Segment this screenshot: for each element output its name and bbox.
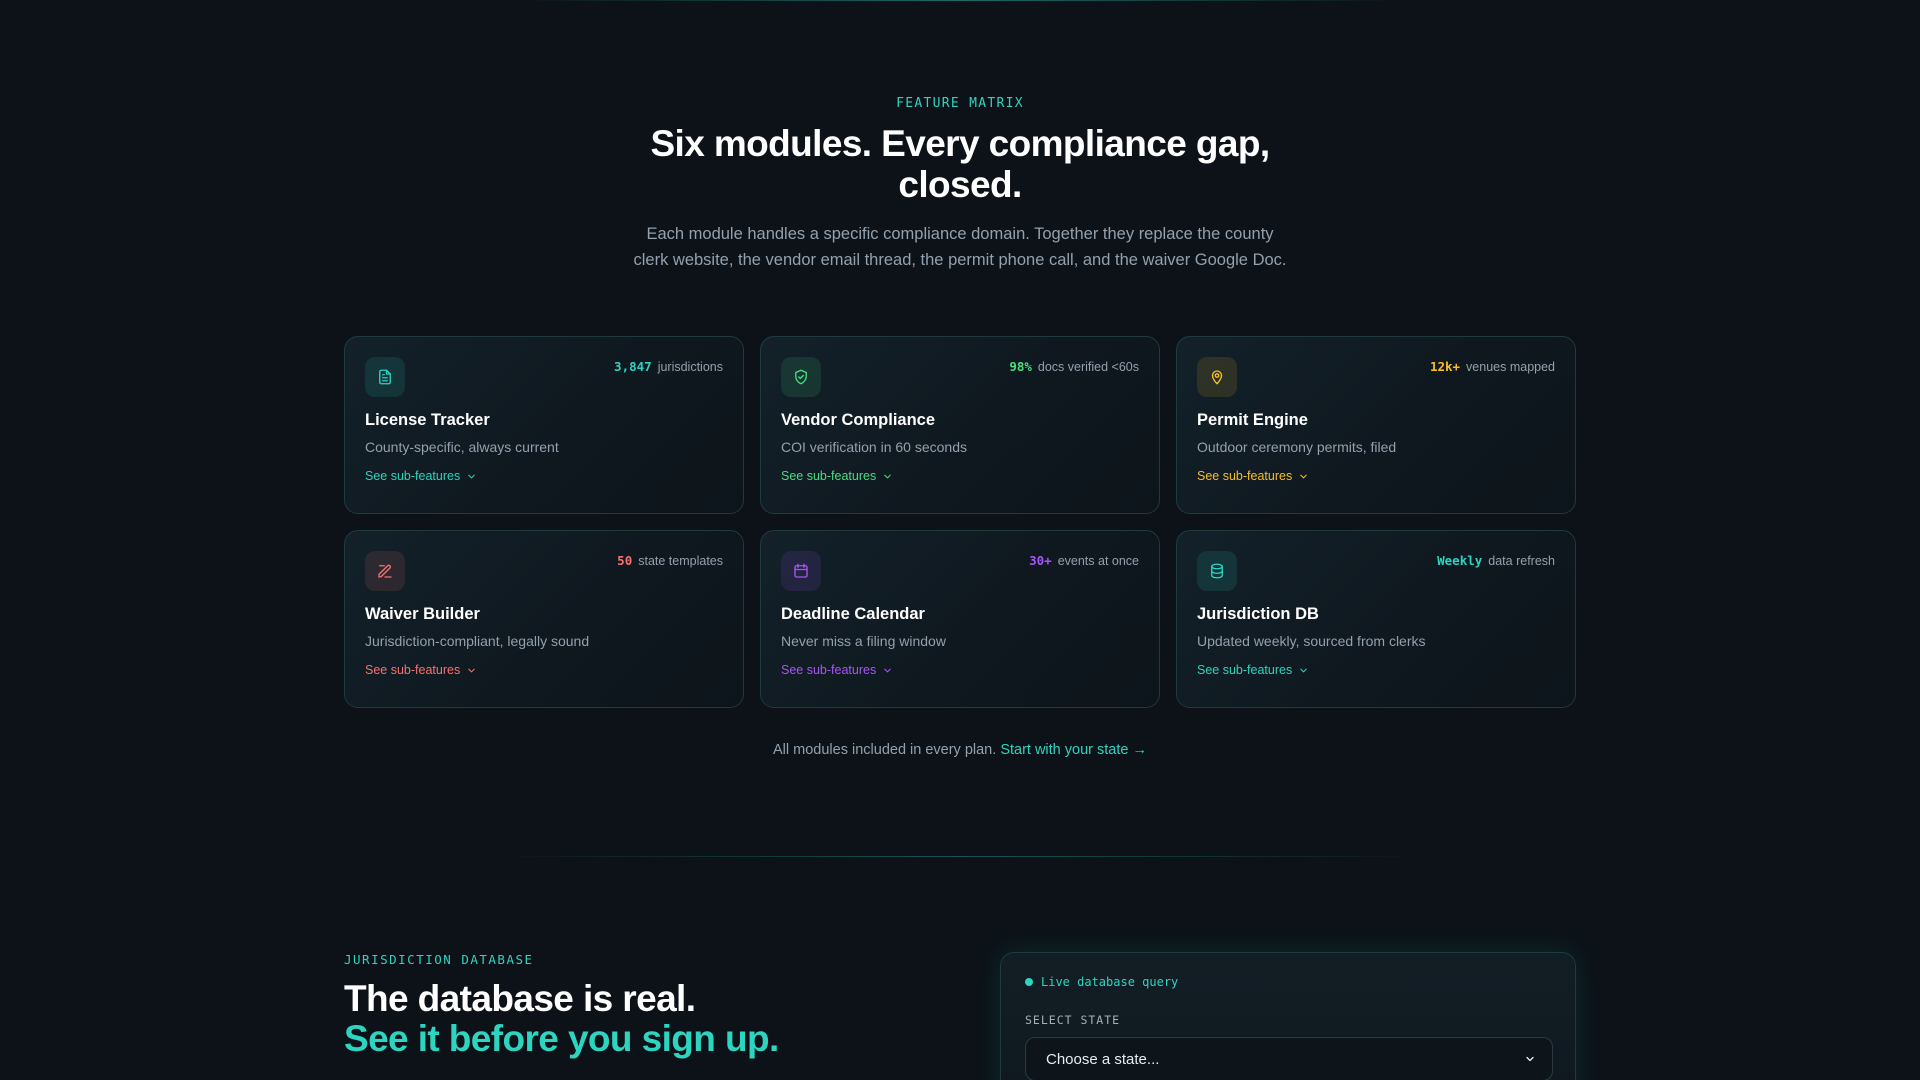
link-label: See sub-features [781, 469, 877, 483]
chevron-down-icon [884, 668, 891, 672]
live-query-panel: Live database query SELECT STATE Choose … [1000, 952, 1576, 1080]
start-with-state-link[interactable]: Start with your state → [1000, 742, 1147, 758]
section-divider [500, 856, 1420, 857]
stat-value: 12k+ [1429, 359, 1461, 374]
shield-check-icon [781, 357, 821, 397]
card-description: County-specific, always current [365, 439, 559, 455]
live-indicator: Live database query [1025, 975, 1551, 989]
database-icon [1197, 551, 1237, 591]
stat-badge: 3,847 jurisdictions [614, 359, 723, 374]
live-label: Live database query [1041, 975, 1179, 989]
card-title: Waiver Builder [365, 605, 480, 623]
see-sub-features-link[interactable]: See sub-features [781, 469, 893, 483]
link-label: See sub-features [781, 663, 877, 677]
stat-value: 98% [1009, 359, 1032, 374]
module-card-jurisdiction-db: Weekly data refresh Jurisdiction DB Updat… [1176, 530, 1576, 708]
stat-label: data refresh [1488, 554, 1555, 568]
see-sub-features-link[interactable]: See sub-features [1197, 663, 1309, 677]
calendar-icon [781, 551, 821, 591]
chevron-down-icon [1526, 1056, 1534, 1062]
section-headline: Six modules. Every compliance gap, close… [650, 123, 1270, 205]
chevron-down-icon [468, 474, 475, 478]
stat-badge: 30+ events at once [1029, 553, 1139, 568]
database-headline: The database is real. [344, 978, 696, 1019]
stat-badge: 12k+ venues mapped [1430, 359, 1555, 374]
module-card-deadline-calendar: 30+ events at once Deadline Calendar Neve… [760, 530, 1160, 708]
module-card-license-tracker: 3,847 jurisdictions License Tracker Count… [344, 336, 744, 514]
see-sub-features-link[interactable]: See sub-features [1197, 469, 1309, 483]
section-eyebrow: FEATURE MATRIX [896, 96, 1024, 111]
stat-value: Weekly [1437, 553, 1483, 568]
stat-value: 3,847 [614, 359, 652, 374]
card-description: COI verification in 60 seconds [781, 439, 967, 455]
database-headline-accent: See it before you sign up. [344, 1018, 779, 1059]
link-label: See sub-features [365, 469, 461, 483]
modules-footnote: All modules included in every plan. Star… [0, 742, 1920, 758]
link-label: See sub-features [1197, 663, 1293, 677]
card-title: Permit Engine [1197, 411, 1308, 429]
chevron-down-icon [1300, 474, 1307, 478]
module-card-waiver-builder: 50 state templates Waiver Builder Jurisdi… [344, 530, 744, 708]
document-icon [365, 357, 405, 397]
stat-label: events at once [1057, 554, 1139, 568]
card-description: Jurisdiction-compliant, legally sound [365, 633, 590, 649]
card-description: Updated weekly, sourced from clerks [1197, 633, 1426, 649]
chevron-down-icon [884, 474, 891, 478]
module-card-permit-engine: 12k+ venues mapped Permit Engine Outdoor … [1176, 336, 1576, 514]
stat-label: venues mapped [1466, 360, 1555, 374]
section-header: FEATURE MATRIX Six modules. Every compli… [0, 96, 1920, 273]
select-state-label: SELECT STATE [1025, 1013, 1121, 1027]
state-select-value: Choose a state... [1046, 1050, 1160, 1068]
database-intro: JURISDICTION DATABASE The database is re… [344, 952, 964, 1059]
chevron-down-icon [1300, 668, 1307, 672]
map-pin-icon [1197, 357, 1237, 397]
card-description: Outdoor ceremony permits, filed [1197, 439, 1397, 455]
footnote-text: All modules included in every plan. [773, 742, 997, 758]
module-card-vendor-compliance: 98% docs verified <60s Vendor Compliance … [760, 336, 1160, 514]
section-subtitle: Each module handles a specific complianc… [633, 225, 1287, 269]
card-title: Deadline Calendar [781, 605, 925, 623]
link-label: See sub-features [1197, 469, 1293, 483]
live-status-dot [1025, 978, 1033, 986]
stat-badge: 98% docs verified <60s [1009, 359, 1139, 374]
top-divider [520, 0, 1400, 1]
card-title: Vendor Compliance [781, 411, 936, 429]
stat-label: state templates [638, 554, 723, 568]
stat-label: docs verified <60s [1037, 360, 1139, 374]
state-select[interactable]: Choose a state... [1025, 1037, 1553, 1080]
stat-value: 50 [617, 553, 633, 568]
stat-badge: Weekly data refresh [1437, 553, 1555, 568]
chevron-down-icon [468, 668, 475, 672]
card-title: License Tracker [365, 411, 490, 429]
card-title: Jurisdiction DB [1197, 605, 1319, 623]
database-eyebrow: JURISDICTION DATABASE [344, 952, 534, 967]
see-sub-features-link[interactable]: See sub-features [365, 469, 477, 483]
link-label: See sub-features [365, 663, 461, 677]
module-grid: 3,847 jurisdictions License Tracker Count… [344, 336, 1576, 708]
card-description: Never miss a filing window [781, 633, 946, 649]
pen-edit-icon [365, 551, 405, 591]
see-sub-features-link[interactable]: See sub-features [365, 663, 477, 677]
stat-value: 30+ [1029, 553, 1052, 568]
stat-badge: 50 state templates [617, 553, 723, 568]
stat-label: jurisdictions [657, 360, 723, 374]
see-sub-features-link[interactable]: See sub-features [781, 663, 893, 677]
